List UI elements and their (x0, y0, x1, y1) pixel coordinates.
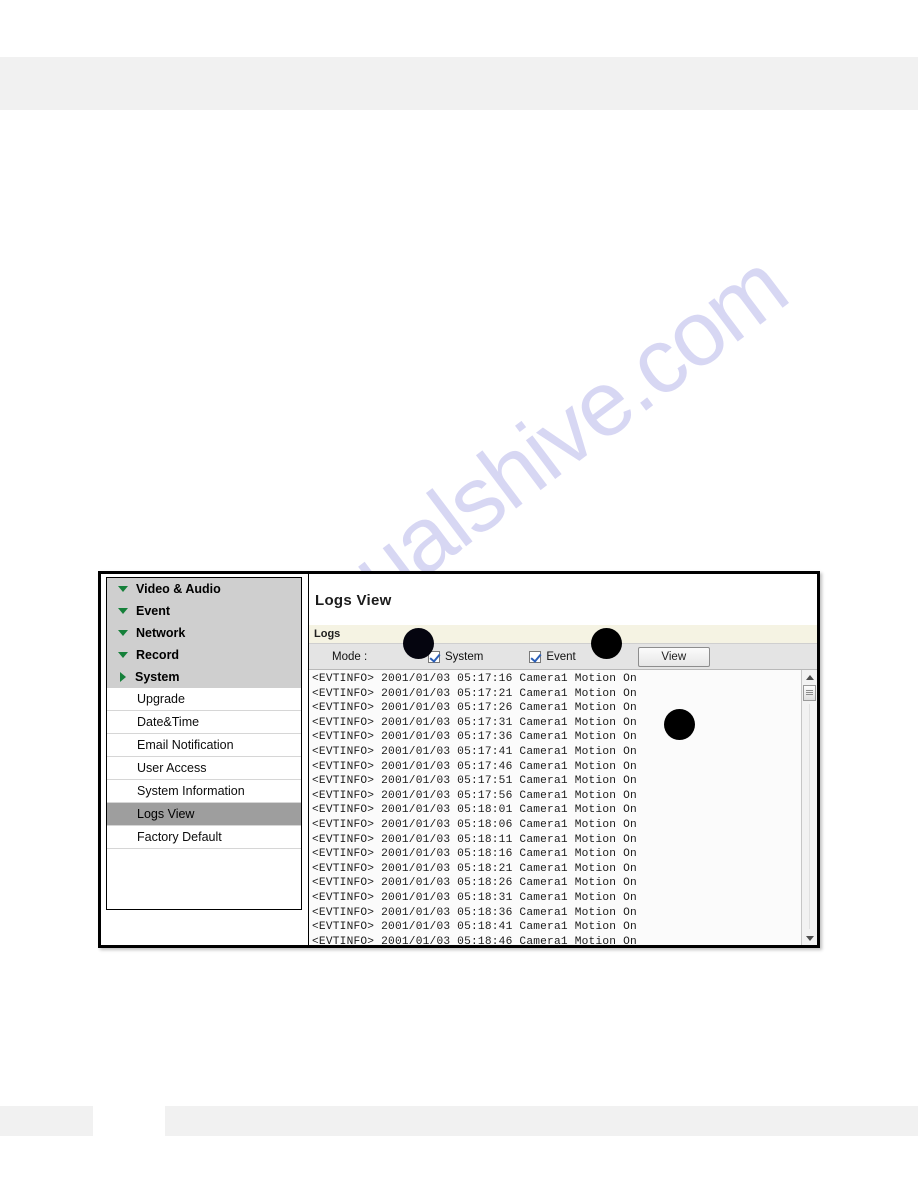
page-title: Logs View (315, 592, 392, 609)
navigation-panel: Video & Audio Event Network Record Syste (106, 577, 302, 910)
log-line: <EVTINFO> 2001/01/03 05:18:46 Camera1 Mo… (312, 935, 637, 945)
log-line: <EVTINFO> 2001/01/03 05:18:01 Camera1 Mo… (312, 804, 637, 817)
annotation-marker-1 (403, 628, 434, 659)
navigation-top-group: Video & Audio Event Network Record Syste (107, 578, 301, 688)
log-line: <EVTINFO> 2001/01/03 05:17:46 Camera1 Mo… (312, 760, 637, 773)
scrollbar-track[interactable] (809, 704, 810, 929)
log-line: <EVTINFO> 2001/01/03 05:17:41 Camera1 Mo… (312, 745, 637, 758)
scroll-down-arrow-icon[interactable] (802, 931, 817, 945)
checkbox-system[interactable]: System (428, 650, 484, 663)
log-line: <EVTINFO> 2001/01/03 05:17:51 Camera1 Mo… (312, 775, 637, 788)
sidebar-item-video-audio[interactable]: Video & Audio (107, 578, 301, 600)
log-line: <EVTINFO> 2001/01/03 05:18:16 Camera1 Mo… (312, 848, 637, 861)
sidebar-item-label: Video & Audio (136, 582, 221, 596)
sidebar-item-logs-view[interactable]: Logs View (107, 803, 301, 826)
annotation-marker-2 (591, 628, 622, 659)
page-header-band (0, 57, 918, 110)
content-pane: Logs View Logs Mode : System Event View … (308, 574, 817, 945)
navigation-filler (107, 849, 301, 895)
view-button[interactable]: View (637, 646, 710, 667)
triangle-down-icon (118, 652, 128, 658)
checkbox-event-label: Event (546, 650, 576, 663)
log-line: <EVTINFO> 2001/01/03 05:18:11 Camera1 Mo… (312, 833, 637, 846)
annotation-marker-3 (664, 709, 695, 740)
sidebar-item-label: Event (136, 604, 171, 618)
checkbox-system-label: System (445, 650, 484, 663)
sidebar-item-email-notification[interactable]: Email Notification (107, 734, 301, 757)
scroll-up-arrow-icon[interactable] (802, 670, 817, 684)
log-line: <EVTINFO> 2001/01/03 05:17:26 Camera1 Mo… (312, 702, 637, 715)
scrollbar-grip-icon (806, 690, 813, 696)
scrollbar-thumb[interactable] (803, 685, 816, 701)
log-line: <EVTINFO> 2001/01/03 05:17:16 Camera1 Mo… (312, 673, 637, 685)
log-line: <EVTINFO> 2001/01/03 05:17:31 Camera1 Mo… (312, 716, 637, 729)
sidebar-item-network[interactable]: Network (107, 622, 301, 644)
log-line: <EVTINFO> 2001/01/03 05:17:36 Camera1 Mo… (312, 731, 637, 744)
vertical-scrollbar[interactable] (801, 670, 817, 945)
sidebar-item-label: System (135, 670, 180, 684)
sidebar-item-factory-default[interactable]: Factory Default (107, 826, 301, 849)
log-line: <EVTINFO> 2001/01/03 05:18:26 Camera1 Mo… (312, 877, 637, 890)
log-line: <EVTINFO> 2001/01/03 05:18:21 Camera1 Mo… (312, 862, 637, 875)
application-screenshot: Video & Audio Event Network Record Syste (98, 571, 820, 948)
triangle-down-icon (118, 608, 128, 614)
navigation-column: Video & Audio Event Network Record Syste (101, 574, 308, 945)
sidebar-item-label: Network (136, 626, 186, 640)
sidebar-item-date-time[interactable]: Date&Time (107, 711, 301, 734)
logs-group-band (309, 625, 817, 643)
sidebar-item-record[interactable]: Record (107, 644, 301, 666)
sidebar-item-system[interactable]: System (107, 666, 301, 688)
sidebar-item-label: Record (136, 648, 180, 662)
log-line: <EVTINFO> 2001/01/03 05:18:36 Camera1 Mo… (312, 906, 637, 919)
triangle-down-icon (118, 586, 128, 592)
triangle-down-icon (118, 630, 128, 636)
checkbox-event[interactable]: Event (529, 650, 576, 663)
log-line: <EVTINFO> 2001/01/03 05:17:56 Camera1 Mo… (312, 789, 637, 802)
footer-left-band (0, 1106, 93, 1136)
checkbox-event-box[interactable] (529, 650, 542, 663)
log-line: <EVTINFO> 2001/01/03 05:18:06 Camera1 Mo… (312, 818, 637, 831)
log-line: <EVTINFO> 2001/01/03 05:17:21 Camera1 Mo… (312, 687, 637, 700)
sidebar-item-system-information[interactable]: System Information (107, 780, 301, 803)
log-line: <EVTINFO> 2001/01/03 05:18:31 Camera1 Mo… (312, 891, 637, 904)
sidebar-item-upgrade[interactable]: Upgrade (107, 688, 301, 711)
log-line: <EVTINFO> 2001/01/03 05:18:41 Camera1 Mo… (312, 921, 637, 934)
footer-right-band (165, 1106, 918, 1136)
log-list[interactable]: <EVTINFO> 2001/01/03 05:17:16 Camera1 Mo… (309, 670, 801, 945)
log-area: <EVTINFO> 2001/01/03 05:17:16 Camera1 Mo… (309, 669, 817, 945)
sidebar-item-user-access[interactable]: User Access (107, 757, 301, 780)
triangle-right-icon (120, 672, 126, 682)
mode-toolbar: Mode : System Event View (309, 643, 817, 669)
sidebar-item-event[interactable]: Event (107, 600, 301, 622)
logs-group-label: Logs (314, 628, 341, 640)
